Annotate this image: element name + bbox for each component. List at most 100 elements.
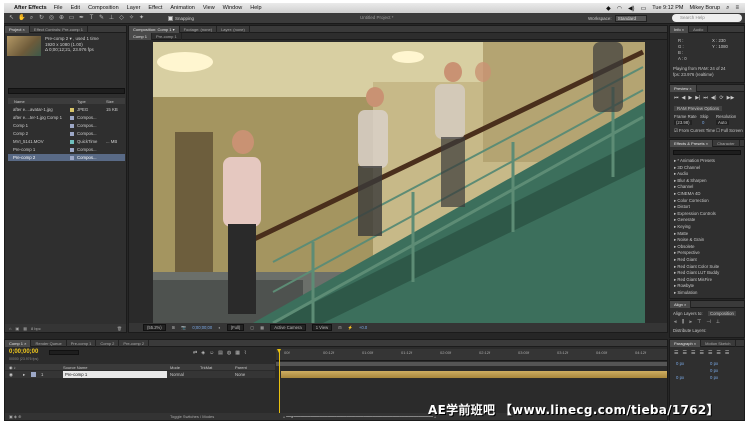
- play-icon[interactable]: ▶: [688, 95, 692, 101]
- align-right-text-icon[interactable]: ☰: [691, 350, 695, 356]
- time-ruler[interactable]: 00f 00:12f 01:00f 01:12f 02:00f 02:12f 03:00f 0…: [276, 349, 667, 361]
- puppet-tool-icon[interactable]: ✦: [138, 15, 145, 22]
- effects-category-item[interactable]: ▸ Red Giant LUT Buddy: [674, 270, 719, 276]
- layer-mode-dropdown[interactable]: Normal: [170, 372, 184, 377]
- effects-category-item[interactable]: ▸ * Animation Presets: [674, 158, 715, 164]
- effects-category-item[interactable]: ▸ Distort: [674, 204, 690, 210]
- list-icon[interactable]: ≡: [735, 5, 739, 11]
- from-current-time-checkbox[interactable]: ☑ From Current Time: [674, 128, 715, 134]
- snapping-toggle[interactable]: Snapping: [168, 15, 194, 21]
- user-name[interactable]: Mikey Borup: [690, 5, 721, 11]
- work-area-bar[interactable]: [276, 362, 667, 366]
- indent-left-field[interactable]: 0 px: [676, 361, 684, 366]
- col-name[interactable]: Name: [14, 99, 25, 104]
- full-screen-checkbox[interactable]: ☐ Full Screen: [716, 128, 743, 134]
- resolution-dropdown[interactable]: (Full): [226, 324, 245, 331]
- rotate-tool-icon[interactable]: ↻: [38, 15, 45, 22]
- tab-comp1[interactable]: Comp 1 ×: [5, 339, 32, 347]
- tab-effects-presets[interactable]: Effects & Presets ×: [670, 139, 714, 147]
- hand-tool-icon[interactable]: ✋: [18, 15, 25, 22]
- tab-precomp1[interactable]: Pre-comp 1: [67, 339, 97, 347]
- col-source-name[interactable]: Source Name: [63, 365, 87, 370]
- resolution-field[interactable]: Auto: [716, 120, 729, 125]
- tab-preview[interactable]: Preview ×: [670, 84, 697, 92]
- layer-parent-dropdown[interactable]: None: [235, 372, 245, 377]
- search-help-input[interactable]: Search Help: [672, 14, 742, 22]
- snapshot-icon[interactable]: 📷: [181, 325, 186, 331]
- project-item-row[interactable]: Comp 2 Compos...: [8, 130, 125, 137]
- battery-icon[interactable]: ▭: [641, 5, 647, 12]
- label-color-swatch[interactable]: [70, 155, 74, 160]
- align-left-text-icon[interactable]: ☰: [674, 350, 678, 356]
- type-tool-icon[interactable]: T: [88, 15, 95, 22]
- tab-character[interactable]: Character: [713, 139, 740, 147]
- indent-right-field[interactable]: 0 px: [710, 361, 718, 366]
- snapping-checkbox[interactable]: [168, 15, 173, 21]
- col-mode[interactable]: Mode: [170, 365, 180, 370]
- ram-preview-icon[interactable]: ▶▶: [727, 95, 735, 101]
- tab-layer[interactable]: Layer: (none): [217, 25, 250, 33]
- effects-category-item[interactable]: ▸ Obsolete: [674, 244, 695, 250]
- align-right-icon[interactable]: ⫸: [689, 319, 692, 325]
- loop-icon[interactable]: ⟳: [719, 95, 723, 101]
- label-color-swatch[interactable]: [70, 123, 74, 128]
- menu-app-name[interactable]: After Effects: [14, 5, 47, 11]
- effects-category-item[interactable]: ▸ Red Giant: [674, 257, 697, 263]
- next-frame-icon[interactable]: ▶|: [695, 95, 700, 101]
- col-type[interactable]: Type: [77, 99, 86, 104]
- show-channel-icon[interactable]: ◐: [218, 325, 221, 330]
- layer-label-color[interactable]: [31, 372, 36, 377]
- tab-composition[interactable]: Composition: Comp 1 ▾: [129, 25, 180, 33]
- align-left-icon[interactable]: ⫷: [674, 319, 677, 325]
- align-center-text-icon[interactable]: ☰: [682, 350, 686, 356]
- project-item-row[interactable]: Pre-comp 1 Compos...: [8, 146, 125, 153]
- workspace-dropdown[interactable]: Standard: [614, 15, 647, 22]
- timeline-timecode[interactable]: 0;00;00;00: [9, 349, 38, 355]
- menu-file[interactable]: File: [54, 5, 63, 11]
- exposure-value[interactable]: +0.0: [359, 325, 367, 330]
- menu-view[interactable]: View: [203, 5, 215, 11]
- tab-motion-sketch[interactable]: Motion Sketch: [701, 339, 736, 347]
- effects-category-item[interactable]: ▸ Blur & Sharpen: [674, 178, 707, 184]
- project-search-input[interactable]: [8, 88, 125, 94]
- tab-precomp2[interactable]: Pre-comp 2: [119, 339, 150, 347]
- active-camera-dropdown[interactable]: Active Camera: [270, 324, 306, 331]
- project-item-row[interactable]: Comp 1 Compos...: [8, 122, 125, 129]
- timeline-footer-icons[interactable]: ▣ ◈ ⊕: [9, 414, 21, 419]
- first-frame-icon[interactable]: ⏮: [674, 95, 679, 101]
- magnification-dropdown[interactable]: (55.2%): [143, 324, 166, 331]
- effects-category-item[interactable]: ▸ Color Correction: [674, 198, 709, 204]
- space-before-field[interactable]: 0 px: [676, 375, 684, 380]
- pen-tool-icon[interactable]: ✒: [78, 15, 85, 22]
- timeline-layer-row[interactable]: ◉ ▸ 1 Pre-comp 1 Normal None: [5, 371, 275, 378]
- audio-icon[interactable]: ◀): [711, 95, 717, 101]
- motion-blur-icon[interactable]: ◍: [227, 350, 231, 356]
- rectangle-tool-icon[interactable]: ▭: [68, 15, 75, 22]
- menu-window[interactable]: Window: [223, 5, 243, 11]
- comp-nav-precomp1[interactable]: Pre-comp 1: [152, 32, 182, 40]
- eraser-tool-icon[interactable]: ◇: [118, 15, 125, 22]
- prev-frame-icon[interactable]: ◀: [682, 95, 686, 101]
- layer-duration-bar[interactable]: [281, 371, 667, 378]
- tab-paragraph[interactable]: Paragraph ×: [670, 339, 702, 347]
- draft-3d-icon[interactable]: ◈: [201, 350, 205, 356]
- tab-info[interactable]: Info ×: [670, 25, 690, 33]
- effects-category-item[interactable]: ▸ Rowbyte: [674, 283, 694, 289]
- effects-category-item[interactable]: ▸ Perspective: [674, 250, 700, 256]
- project-item-row[interactable]: Pre-comp 2 Compos...: [8, 154, 125, 161]
- justify-center-icon[interactable]: ☰: [708, 350, 712, 356]
- toggle-pixel-aspect-icon[interactable]: ⊟: [338, 325, 342, 330]
- graph-editor-icon[interactable]: ⌇: [244, 350, 246, 356]
- brainstorm-icon[interactable]: ▦: [235, 350, 240, 356]
- shy-icon[interactable]: ☺: [209, 350, 214, 356]
- project-item-row[interactable]: after e....ter-1.jpg Comp 1 Compos...: [8, 114, 125, 121]
- pan-behind-tool-icon[interactable]: ⊕: [58, 15, 65, 22]
- effects-category-item[interactable]: ▸ Keying: [674, 224, 691, 230]
- safe-margins-icon[interactable]: ⊞: [172, 325, 176, 330]
- skip-field[interactable]: 0: [702, 120, 704, 125]
- col-size[interactable]: Size: [106, 99, 114, 104]
- tab-effect-controls[interactable]: Effect Controls: Pre-comp 1: [30, 25, 88, 33]
- spotlight-icon[interactable]: ⌕: [726, 5, 729, 12]
- wifi-icon[interactable]: ◠: [617, 5, 622, 12]
- justify-all-icon[interactable]: ☰: [725, 350, 729, 356]
